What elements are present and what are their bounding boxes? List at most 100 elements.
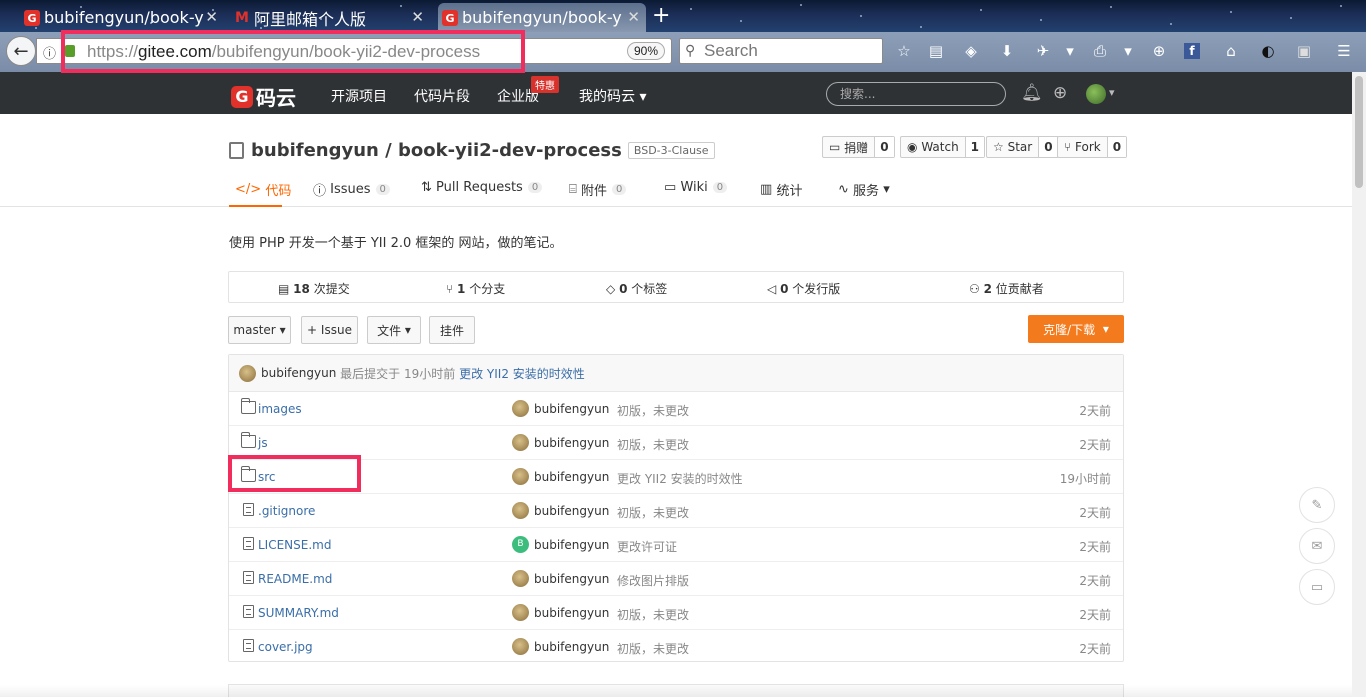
browser-tab-bar: G bubifengyun/book-y ✕ M 阿里邮箱个人版 ✕ G bub…: [0, 0, 1366, 32]
stat-releases-num: 0: [780, 282, 789, 296]
extension-icon[interactable]: ✈: [1033, 41, 1053, 61]
file-name[interactable]: .gitignore: [258, 504, 315, 518]
file-row[interactable]: SUMMARY.md bubifengyun 初版，未更改 2天前: [229, 596, 1123, 630]
chevron-down-icon[interactable]: ▾: [1118, 41, 1138, 61]
file-author[interactable]: bubifengyun: [512, 604, 609, 621]
widget-button[interactable]: 挂件: [429, 316, 475, 344]
browser-tab-3-active[interactable]: G bubifengyun/book-y ✕: [438, 3, 646, 32]
file-author[interactable]: bubifengyun: [512, 638, 609, 655]
tab-attachments[interactable]: ⌸ 附件 0: [569, 180, 627, 199]
commit-message[interactable]: 初版，未更改: [617, 402, 689, 419]
commit-message[interactable]: 初版，未更改: [617, 606, 689, 623]
file-author[interactable]: bubifengyun: [512, 468, 609, 485]
file-row[interactable]: cover.jpg bubifengyun 初版，未更改 2天前: [229, 630, 1123, 664]
globe-icon[interactable]: ⊕: [1149, 41, 1169, 61]
chevron-down-icon[interactable]: ▾: [1060, 41, 1080, 61]
file-name[interactable]: js: [258, 436, 268, 450]
file-name[interactable]: images: [258, 402, 302, 416]
new-tab-icon[interactable]: +: [652, 3, 670, 29]
browser-search-input[interactable]: ⚲ Search: [679, 38, 883, 64]
site-logo[interactable]: G 码云: [231, 82, 296, 111]
commit-message[interactable]: 初版，未更改: [617, 504, 689, 521]
bookmark-star-icon[interactable]: ☆: [894, 41, 914, 61]
branch-select[interactable]: master ▾: [228, 316, 291, 344]
plus-circle-icon[interactable]: ⊕: [1053, 83, 1067, 103]
license-badge[interactable]: BSD-3-Clause: [627, 142, 715, 159]
file-menu-button[interactable]: 文件 ▾: [367, 316, 421, 344]
star-button[interactable]: ☆ Star 0: [986, 136, 1059, 158]
file-name[interactable]: LICENSE.md: [258, 538, 331, 552]
site-search-input[interactable]: 搜索...: [826, 82, 1006, 106]
file-row[interactable]: .gitignore bubifengyun 初版，未更改 2天前: [229, 494, 1123, 528]
home-icon[interactable]: ⌂: [1221, 41, 1241, 61]
info-icon[interactable]: ⓘ: [43, 43, 56, 62]
pull-request-icon: ⇅: [421, 180, 432, 195]
file-author[interactable]: bubifengyun: [512, 570, 609, 587]
printer-icon[interactable]: ⎙: [1090, 41, 1110, 61]
commit-message[interactable]: 更改 YII2 安装的时效性: [459, 365, 585, 382]
mail-icon[interactable]: ✉: [1299, 528, 1335, 564]
tab-issues[interactable]: ⓘ Issues 0: [313, 180, 390, 199]
file-author[interactable]: Bbubifengyun: [512, 536, 609, 553]
clone-download-button[interactable]: 克隆/下载 ▾: [1028, 315, 1124, 343]
file-name[interactable]: SUMMARY.md: [258, 606, 339, 620]
file-name[interactable]: cover.jpg: [258, 640, 313, 654]
chevron-down-icon[interactable]: ▾: [1109, 86, 1115, 99]
close-icon[interactable]: ✕: [205, 8, 218, 26]
file-author[interactable]: bubifengyun: [512, 400, 609, 417]
watch-button[interactable]: ◉ Watch 1: [900, 136, 986, 158]
chat-icon[interactable]: ▭: [1299, 569, 1335, 605]
browser-tab-1[interactable]: G bubifengyun/book-y ✕: [20, 3, 224, 32]
commit-message[interactable]: 初版，未更改: [617, 436, 689, 453]
commit-author[interactable]: bubifengyun: [261, 366, 336, 380]
commit-message[interactable]: 初版，未更改: [617, 640, 689, 657]
close-icon[interactable]: ✕: [627, 8, 640, 26]
tab-services[interactable]: ∿ 服务 ▾: [838, 180, 890, 199]
download-icon[interactable]: ⬇: [997, 41, 1017, 61]
file-row[interactable]: images bubifengyun 初版，未更改 2天前: [229, 392, 1123, 426]
file-author[interactable]: bubifengyun: [512, 502, 609, 519]
avatar[interactable]: [239, 364, 256, 382]
file-row[interactable]: js bubifengyun 初版，未更改 2天前: [229, 426, 1123, 460]
file-row[interactable]: README.md bubifengyun 修改图片排版 2天前: [229, 562, 1123, 596]
bell-icon[interactable]: 🔔︎: [1021, 83, 1043, 103]
browser-tab-2[interactable]: M 阿里邮箱个人版 ✕: [230, 3, 430, 32]
reading-list-icon[interactable]: ▤: [926, 41, 946, 61]
stat-commits[interactable]: ▤ 18 次提交: [278, 280, 350, 297]
sync-icon[interactable]: ◐: [1258, 41, 1278, 61]
file-author[interactable]: bubifengyun: [512, 434, 609, 451]
close-icon[interactable]: ✕: [411, 8, 424, 26]
scrollbar-thumb[interactable]: [1355, 76, 1363, 188]
file-name[interactable]: README.md: [258, 572, 332, 586]
fork-button[interactable]: ⑂ Fork 0: [1057, 136, 1128, 158]
repo-name-link[interactable]: book-yii2-dev-process: [398, 140, 622, 161]
tab-code[interactable]: </> 代码: [235, 180, 291, 199]
stat-contributors[interactable]: ⚇ 2 位贡献者: [969, 280, 1044, 297]
tab-stats[interactable]: ▥ 统计: [760, 180, 802, 199]
back-icon[interactable]: ←: [6, 36, 36, 66]
edit-feedback-icon[interactable]: ✎: [1299, 487, 1335, 523]
nav-code-snippets[interactable]: 代码片段: [414, 86, 470, 106]
facebook-icon[interactable]: f: [1184, 43, 1200, 59]
commit-message[interactable]: 更改许可证: [617, 538, 677, 555]
stat-releases[interactable]: ◁ 0 个发行版: [767, 280, 840, 297]
tab-issues-label: Issues: [330, 182, 371, 197]
tab-wiki[interactable]: ▭ Wiki 0: [664, 180, 728, 195]
file-row[interactable]: src bubifengyun 更改 YII2 安装的时效性 19小时前: [229, 460, 1123, 494]
addon-icon[interactable]: ▣: [1294, 41, 1314, 61]
new-issue-button[interactable]: + Issue: [301, 316, 358, 344]
stat-tags[interactable]: ◇ 0 个标签: [606, 280, 667, 297]
file-row[interactable]: LICENSE.md Bbubifengyun 更改许可证 2天前: [229, 528, 1123, 562]
repo-owner-link[interactable]: bubifengyun: [251, 140, 379, 161]
zoom-indicator[interactable]: 90%: [627, 42, 665, 60]
nav-my-gitee[interactable]: 我的码云 ▾: [579, 86, 646, 106]
menu-icon[interactable]: ☰: [1334, 41, 1354, 61]
donate-button[interactable]: ▭ 捐赠 0: [822, 136, 895, 158]
nav-open-source[interactable]: 开源项目: [331, 86, 387, 106]
commit-message[interactable]: 修改图片排版: [617, 572, 689, 589]
pocket-icon[interactable]: ◈: [961, 41, 981, 61]
commit-message[interactable]: 更改 YII2 安装的时效性: [617, 470, 743, 487]
stat-branches[interactable]: ⑂ 1 个分支: [446, 280, 505, 297]
tab-pull-requests[interactable]: ⇅ Pull Requests 0: [421, 180, 543, 195]
user-avatar[interactable]: [1086, 84, 1106, 104]
